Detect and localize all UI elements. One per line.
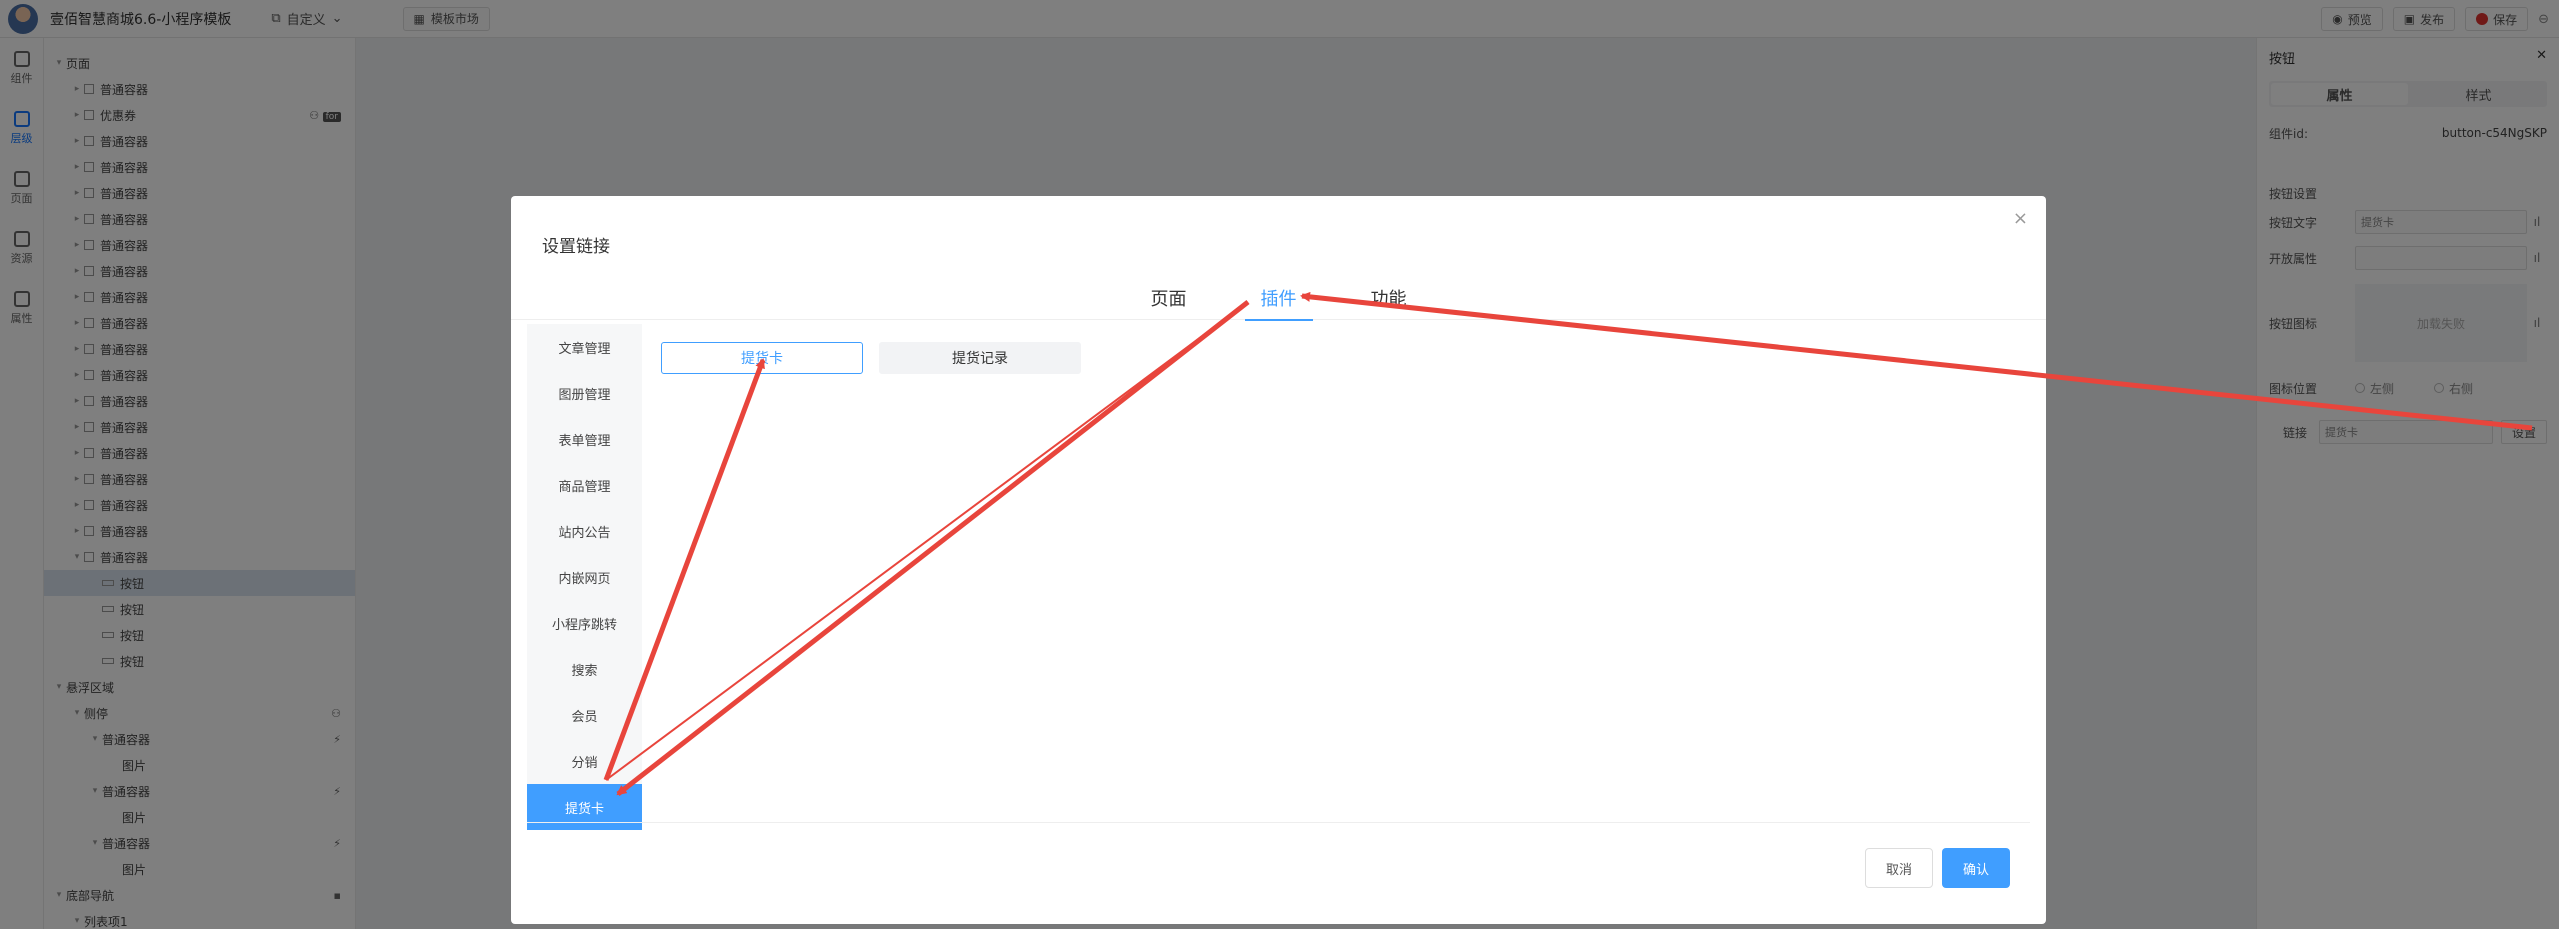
- tab-1[interactable]: 插件: [1244, 276, 1313, 321]
- confirm-button[interactable]: 确认: [1942, 848, 2010, 888]
- link-option[interactable]: 提货记录: [879, 342, 1081, 374]
- option-list: 提货卡 提货记录: [661, 342, 1081, 374]
- dialog-title: 设置链接: [542, 237, 610, 257]
- category-list: 文章管理 图册管理 表单管理 商品管理 站内公告 内嵌网页 小程序跳转 搜索 会员 分销 提货卡: [527, 324, 642, 830]
- footer-divider: [527, 822, 2030, 823]
- category-item[interactable]: 表单管理: [527, 416, 642, 462]
- close-icon[interactable]: ×: [2013, 208, 2028, 229]
- category-item[interactable]: 文章管理: [527, 324, 642, 370]
- category-item[interactable]: 小程序跳转: [527, 600, 642, 646]
- link-option[interactable]: 提货卡: [661, 342, 863, 374]
- tab-0[interactable]: 页面: [1135, 276, 1203, 320]
- category-item[interactable]: 搜索: [527, 646, 642, 692]
- category-item[interactable]: 站内公告: [527, 508, 642, 554]
- category-item[interactable]: 会员: [527, 692, 642, 738]
- category-item[interactable]: 商品管理: [527, 462, 642, 508]
- set-link-dialog: 设置链接 × 页面 插件 功能 文章管理 图册管理 表单管理 商品管理 站内公告 内嵌网页 小程…: [511, 196, 2046, 924]
- category-item[interactable]: 分销: [527, 738, 642, 784]
- category-item[interactable]: 提货卡: [527, 784, 642, 830]
- tab-2[interactable]: 功能: [1355, 276, 1423, 320]
- category-item[interactable]: 图册管理: [527, 370, 642, 416]
- dialog-tabs: 页面 插件 功能: [511, 276, 2046, 321]
- category-item[interactable]: 内嵌网页: [527, 554, 642, 600]
- cancel-button[interactable]: 取消: [1865, 848, 1933, 888]
